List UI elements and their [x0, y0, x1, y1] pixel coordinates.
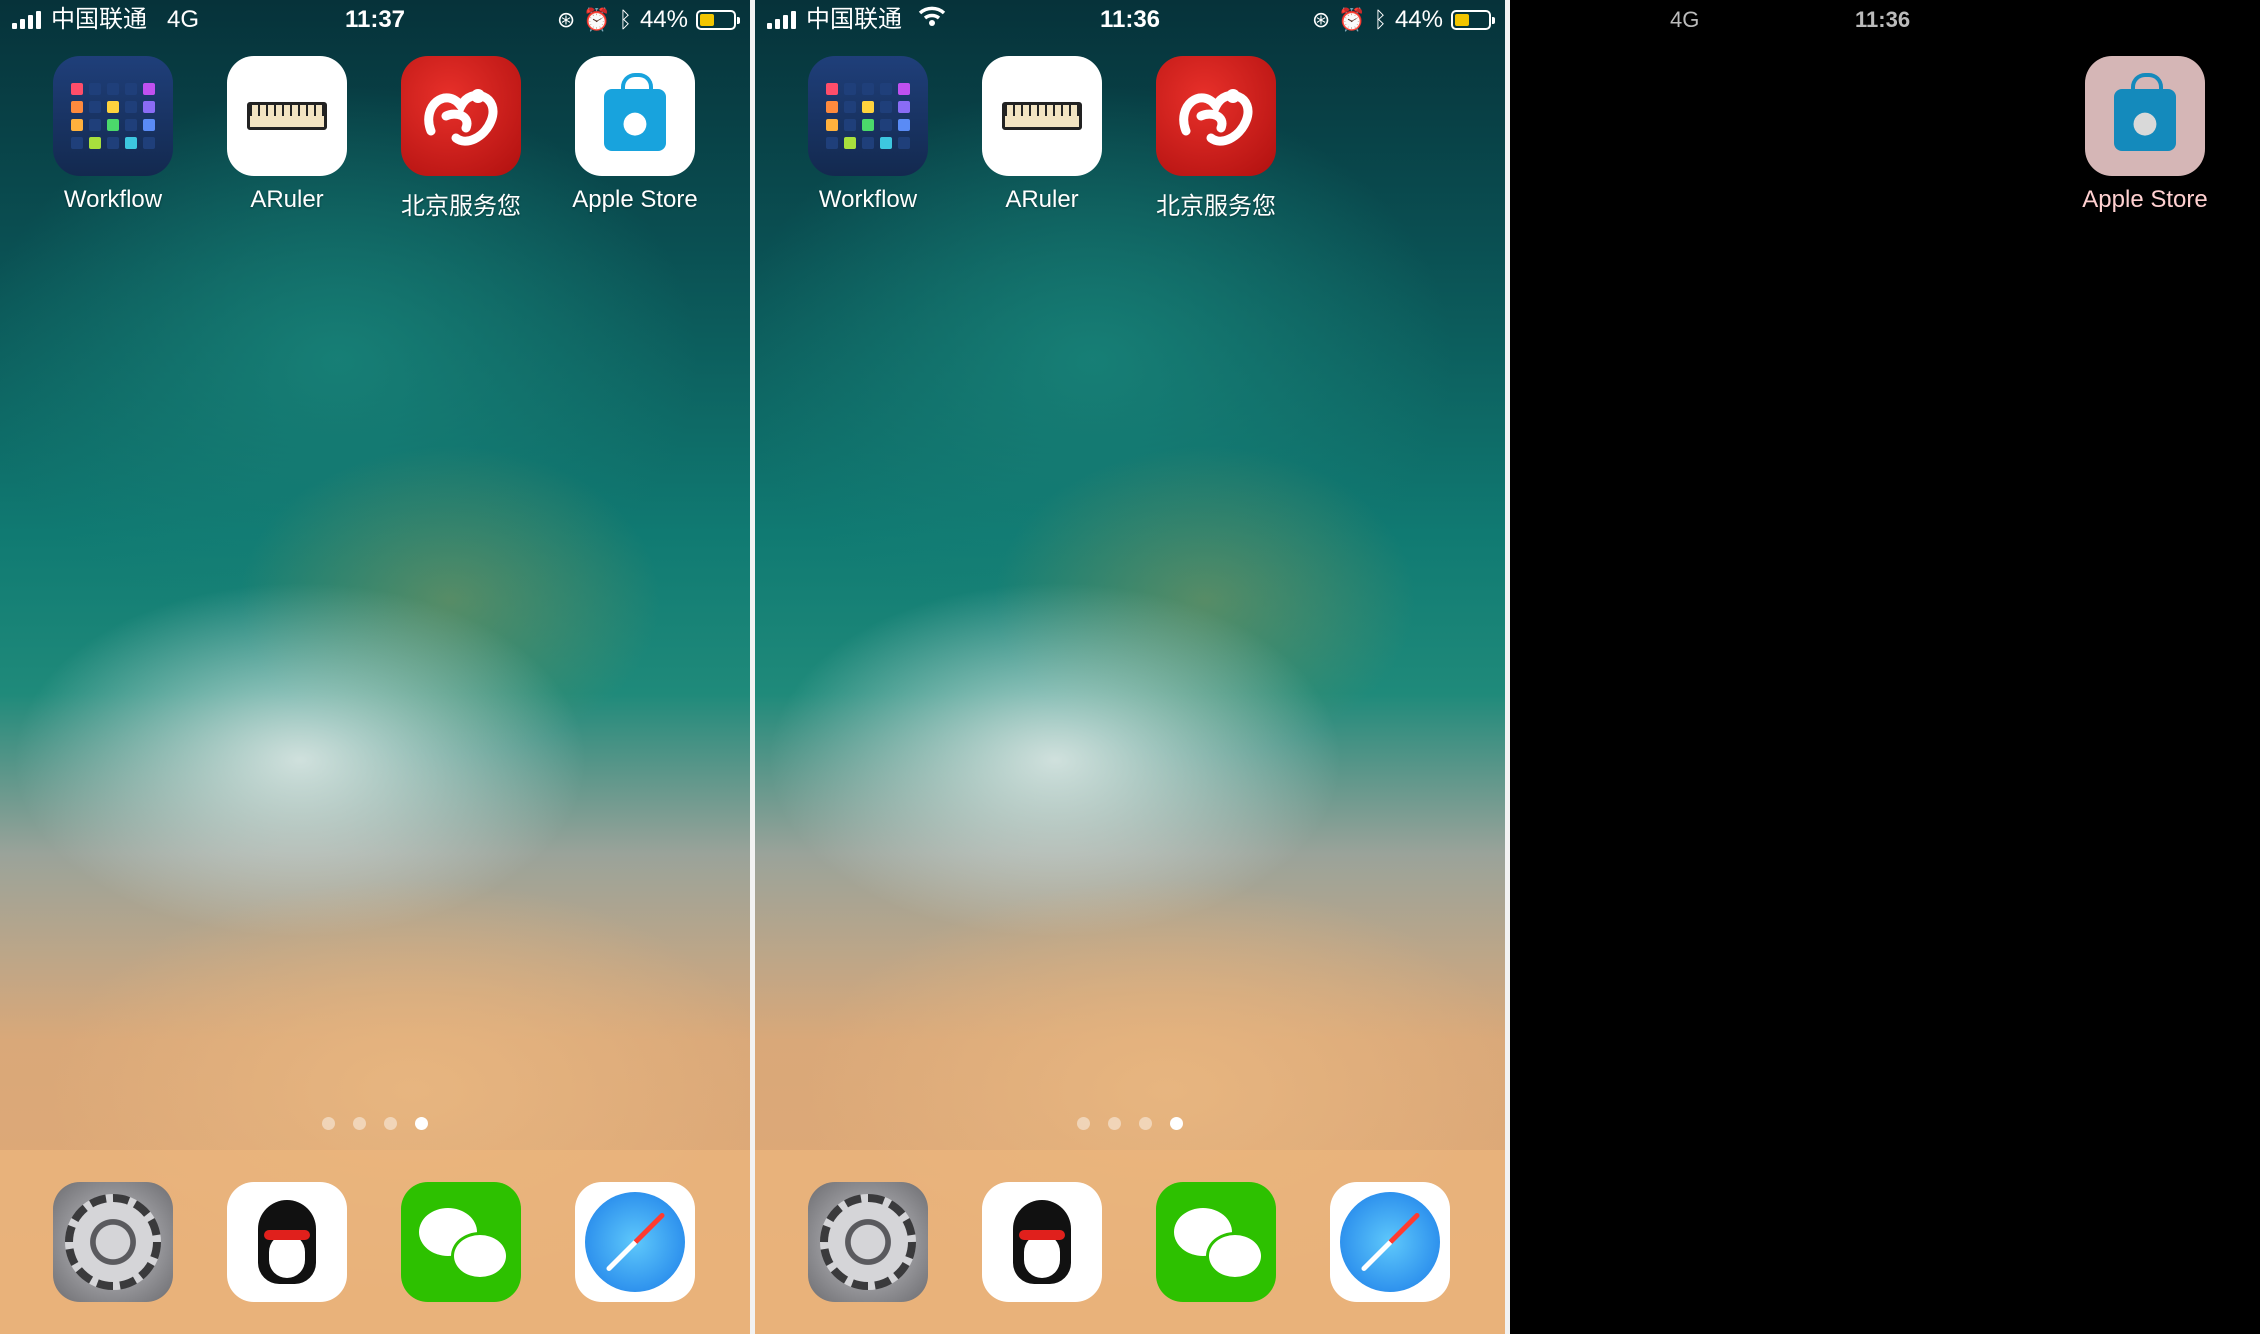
bluetooth-icon: ᛒ	[1373, 7, 1387, 32]
safari-icon	[1330, 1182, 1450, 1302]
status-bar: 中国联通 11:36 ⊛ ⏰ ᛒ 44%	[755, 0, 1505, 40]
home-screen-2: 中国联通 11:36 ⊛ ⏰ ᛒ 44% Workflow ARuler 北京服…	[755, 0, 1505, 1334]
battery-icon	[1451, 10, 1495, 30]
orientation-lock-icon: ⊛	[556, 7, 576, 32]
alarm-icon: ⏰	[583, 7, 611, 32]
app-beijing-service[interactable]: 北京服务您	[1129, 56, 1303, 221]
app-aruler[interactable]: ARuler	[200, 56, 374, 214]
settings-icon	[808, 1182, 928, 1302]
app-beijing-service[interactable]: 北京服务您	[374, 56, 548, 221]
ghost-time: 11:36	[1855, 7, 1911, 32]
app-aruler[interactable]: ARuler	[955, 56, 1129, 214]
safari-icon	[575, 1182, 695, 1302]
app-label: Apple Store	[2082, 186, 2208, 213]
page-dot	[1108, 1117, 1121, 1130]
app-workflow[interactable]: Workflow	[26, 56, 200, 214]
app-workflow[interactable]: Workflow	[781, 56, 955, 214]
app-apple-store[interactable]: ● Apple Store	[548, 56, 722, 214]
dock-app-settings[interactable]	[781, 1182, 955, 1302]
orientation-lock-icon: ⊛	[1311, 7, 1331, 32]
workflow-icon	[53, 56, 173, 176]
app-label: Workflow	[818, 186, 918, 213]
apple-store-bag-icon: ●	[575, 56, 695, 176]
dock-app-wechat[interactable]	[374, 1182, 548, 1302]
wechat-icon	[1156, 1182, 1276, 1302]
beijing-service-icon	[1156, 56, 1276, 176]
workflow-icon	[808, 56, 928, 176]
app-label: ARuler	[1005, 186, 1079, 213]
dock-app-qq[interactable]	[200, 1182, 374, 1302]
dock-app-safari[interactable]	[1303, 1182, 1477, 1302]
app-label: 北京服务您	[401, 193, 521, 220]
transition-screen: 4G 11:36 ● Apple Store	[1510, 0, 2260, 1334]
status-right: ⊛ ⏰ ᛒ 44%	[556, 0, 740, 40]
app-apple-store[interactable]: ● Apple Store	[2058, 56, 2232, 214]
battery-icon	[696, 10, 740, 30]
settings-icon	[53, 1182, 173, 1302]
dock	[0, 1150, 750, 1334]
page-indicator[interactable]	[755, 1117, 1505, 1130]
dock-app-wechat[interactable]	[1129, 1182, 1303, 1302]
alarm-icon: ⏰	[1338, 7, 1366, 32]
status-bar: 中国联通 4G 11:37 ⊛ ⏰ ᛒ 44%	[0, 0, 750, 40]
qq-icon	[982, 1182, 1102, 1302]
qq-icon	[227, 1182, 347, 1302]
dock-app-qq[interactable]	[955, 1182, 1129, 1302]
page-dot	[1139, 1117, 1152, 1130]
beijing-service-icon	[401, 56, 521, 176]
page-dot-current	[1170, 1117, 1183, 1130]
page-dot	[384, 1117, 397, 1130]
bluetooth-icon: ᛒ	[618, 7, 632, 32]
ghost-network: 4G	[1670, 7, 1700, 32]
page-dot-current	[415, 1117, 428, 1130]
app-label: Workflow	[63, 186, 163, 213]
home-screen-1: 中国联通 4G 11:37 ⊛ ⏰ ᛒ 44% Workflow ARuler	[0, 0, 750, 1334]
ruler-icon	[982, 56, 1102, 176]
battery-percent: 44%	[639, 6, 688, 33]
app-label: 北京服务您	[1156, 193, 1276, 220]
battery-percent: 44%	[1394, 6, 1443, 33]
page-dot	[322, 1117, 335, 1130]
dock-app-safari[interactable]	[548, 1182, 722, 1302]
apple-store-bag-icon: ●	[2085, 56, 2205, 176]
page-dot	[353, 1117, 366, 1130]
page-dot	[1077, 1117, 1090, 1130]
dock-app-settings[interactable]	[26, 1182, 200, 1302]
ruler-icon	[227, 56, 347, 176]
page-indicator[interactable]	[0, 1117, 750, 1130]
dock	[755, 1150, 1505, 1334]
app-label: Apple Store	[572, 186, 698, 213]
status-right: ⊛ ⏰ ᛒ 44%	[1311, 0, 1495, 40]
wechat-icon	[401, 1182, 521, 1302]
app-label: ARuler	[250, 186, 324, 213]
